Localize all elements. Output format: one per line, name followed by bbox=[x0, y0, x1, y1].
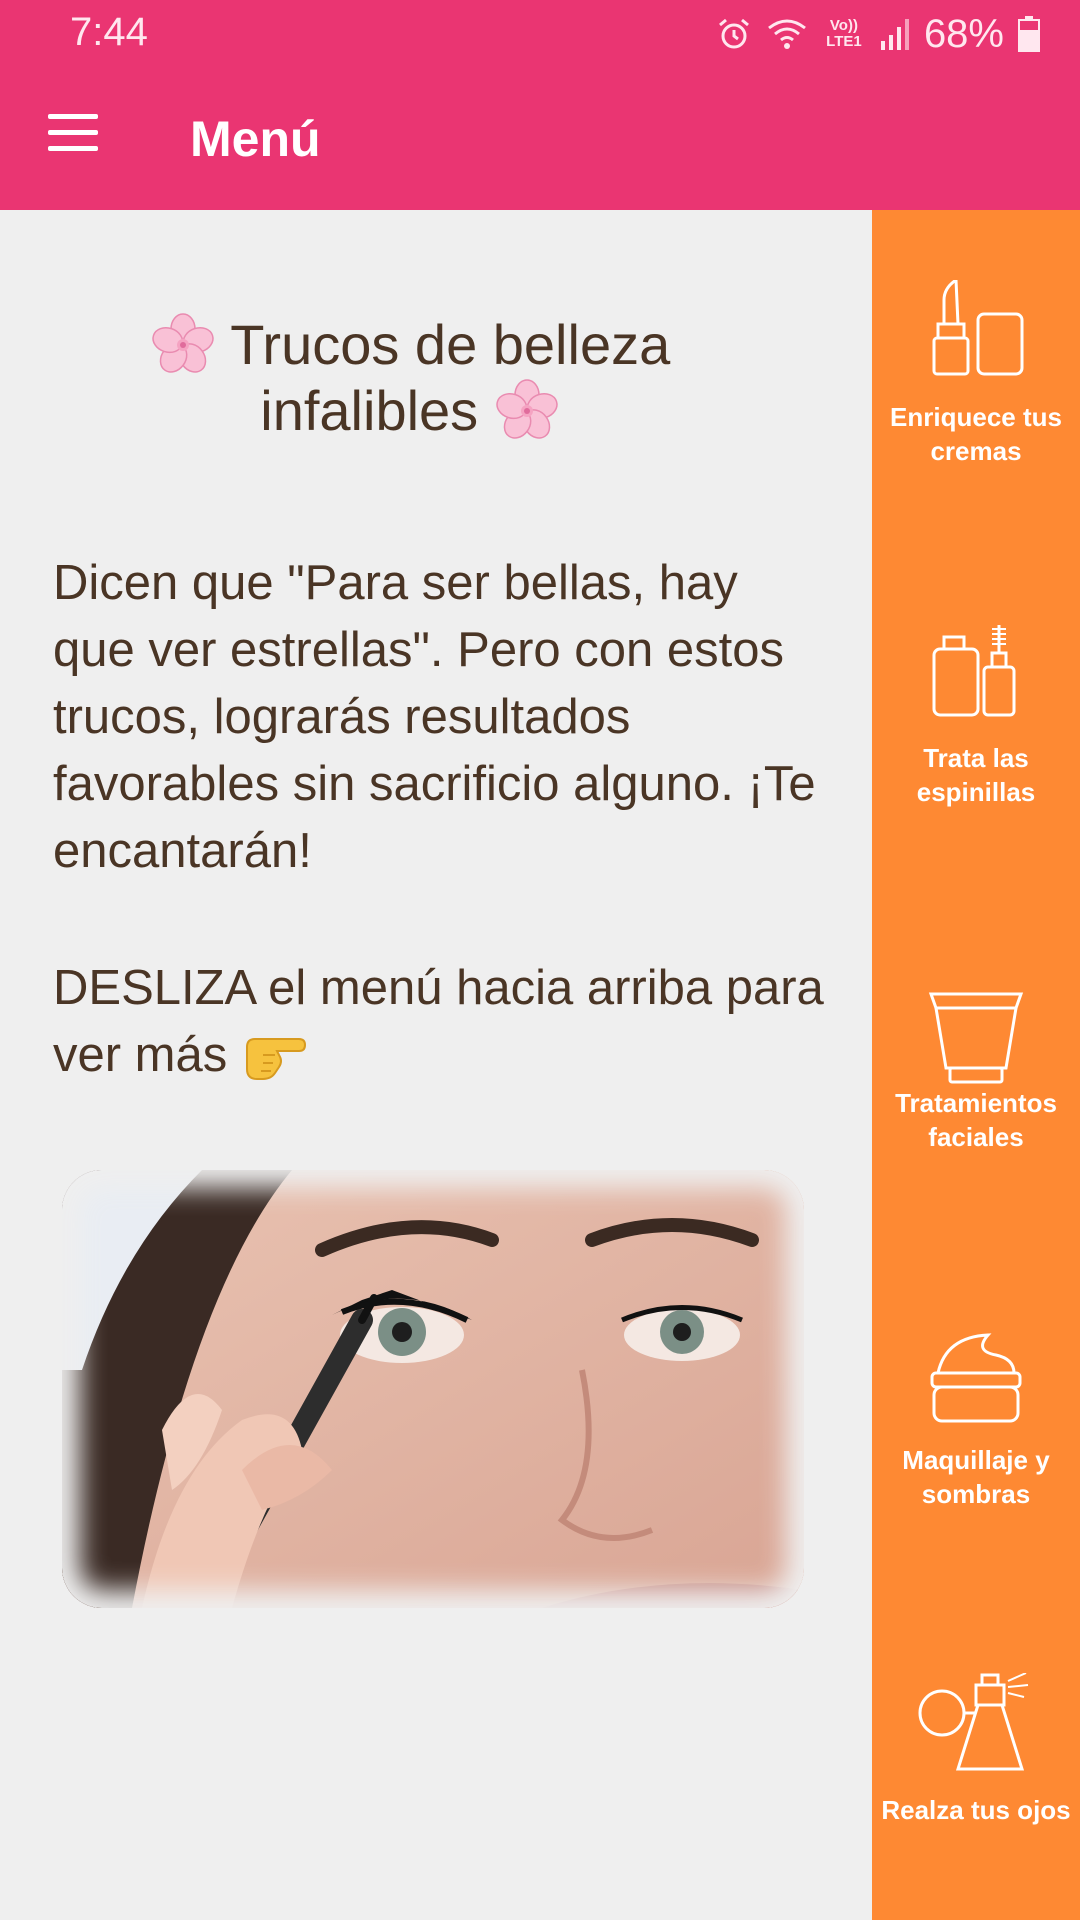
app-screen: 7:44 Vo)) LTE1 68% Menú Trucos de bellez… bbox=[0, 0, 1080, 1920]
photo-vignette bbox=[62, 1170, 804, 1608]
side-menu-item-tratamientos-faciales[interactable]: Tratamientos faciales bbox=[872, 990, 1080, 1290]
cream-tube-icon bbox=[928, 992, 1024, 1084]
signal-icon bbox=[880, 19, 909, 50]
side-menu-item-realza-ojos[interactable]: Realza tus ojos bbox=[872, 1673, 1080, 1920]
perfume-bottle-icon bbox=[918, 1673, 1029, 1771]
network-label: Vo)) LTE1 bbox=[826, 17, 862, 50]
title-line-2: infalibles bbox=[260, 379, 479, 442]
battery-level: 68% bbox=[923, 11, 1004, 56]
cream-jar-icon bbox=[930, 1333, 1022, 1423]
side-menu-label: Realza tus ojos bbox=[881, 1795, 1071, 1825]
lipstick-cream-icon bbox=[932, 280, 1024, 376]
side-menu-label: Tratamientos faciales bbox=[895, 1088, 1057, 1152]
main-content: Trucos de belleza infalibles Dicen que "… bbox=[0, 210, 872, 1920]
makeup-photo bbox=[62, 1170, 804, 1608]
side-menu-label: Trata las espinillas bbox=[916, 743, 1036, 807]
side-menu-item-enriquece-cremas[interactable]: Enriquece tus cremas bbox=[872, 280, 1080, 580]
bottles-brush-icon bbox=[932, 625, 1016, 717]
intro-paragraph: Dicen que "Para ser bellas, hay que ver … bbox=[53, 556, 816, 878]
hamburger-menu-icon[interactable] bbox=[48, 114, 100, 154]
status-time: 7:44 bbox=[70, 10, 148, 54]
page-title: Menú bbox=[190, 111, 321, 167]
cherry-blossom-icon bbox=[152, 313, 214, 373]
side-menu-item-maquillaje-sombras[interactable]: Maquillaje y sombras bbox=[872, 1333, 1080, 1633]
swipe-hint-text: DESLIZA el menú hacia arriba para ver má… bbox=[53, 961, 824, 1082]
wifi-icon bbox=[768, 19, 806, 49]
battery-icon bbox=[1018, 16, 1040, 52]
alarm-icon bbox=[718, 18, 749, 49]
side-menu-item-trata-espinillas[interactable]: Trata las espinillas bbox=[872, 623, 1080, 923]
swipe-hint: DESLIZA el menú hacia arriba para ver má… bbox=[53, 955, 833, 1089]
status-bar: 7:44 Vo)) LTE1 68% bbox=[0, 0, 1080, 68]
status-icons: Vo)) LTE1 68% bbox=[716, 10, 1040, 58]
app-bar: Menú bbox=[0, 68, 1080, 210]
side-menu-label: Enriquece tus cremas bbox=[890, 402, 1062, 466]
title-line-1: Trucos de belleza bbox=[230, 313, 671, 376]
cherry-blossom-icon bbox=[496, 379, 558, 439]
article-title: Trucos de belleza infalibles bbox=[60, 312, 760, 444]
side-menu-label: Maquillaje y sombras bbox=[902, 1445, 1050, 1509]
pointing-hand-icon bbox=[245, 1038, 306, 1080]
side-category-menu: Enriquece tus cremas Trata las espinilla… bbox=[872, 210, 1080, 1920]
